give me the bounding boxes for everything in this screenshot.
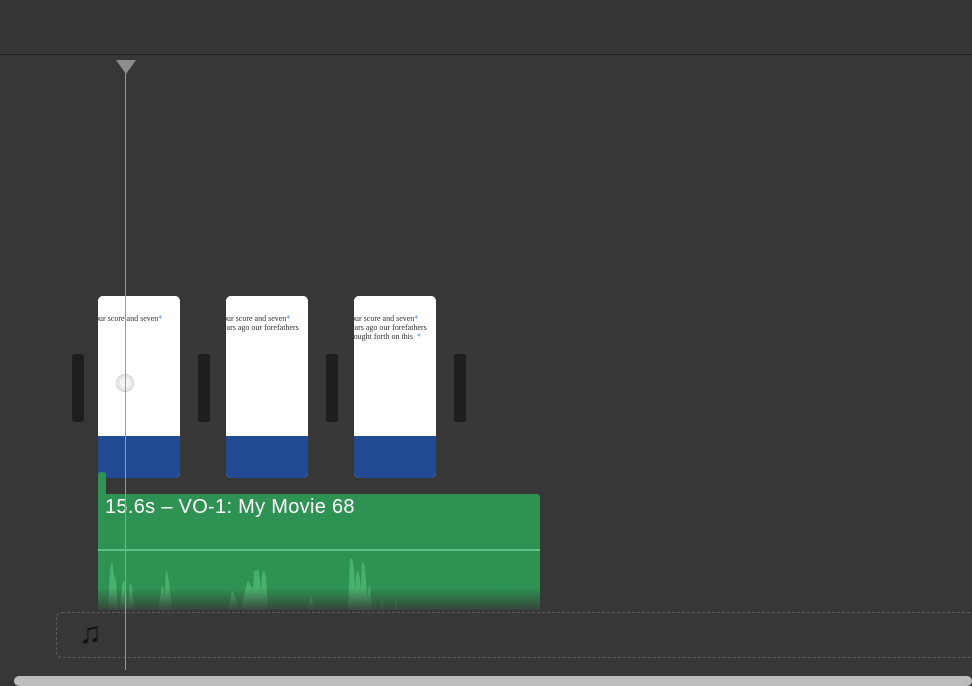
transition-slot[interactable] xyxy=(454,354,466,422)
clip-thumbnail-band xyxy=(98,436,180,478)
video-clip[interactable]: our score and seven* ears ago our forefa… xyxy=(226,296,308,478)
asterisk-mark: * xyxy=(286,314,291,323)
clip-thumbnail: our score and seven* ears ago our forefa… xyxy=(226,296,308,436)
voiceover-audio-clip[interactable]: 15.6s – VO-1: My Movie 68 xyxy=(98,494,540,610)
clip-thumbnail-text: our score and seven* xyxy=(98,314,163,323)
clip-thumbnail: our score and seven* xyxy=(98,296,180,436)
transition-slot[interactable] xyxy=(326,354,338,422)
audio-clip-fade xyxy=(98,588,540,610)
video-clip[interactable]: our score and seven* ears ago our forefa… xyxy=(354,296,436,478)
music-note-icon: ♫ xyxy=(79,617,102,650)
asterisk-mark: * xyxy=(417,332,421,341)
playhead[interactable] xyxy=(125,70,126,670)
horizontal-scrollbar[interactable] xyxy=(14,676,972,686)
clip-thumbnail-band xyxy=(354,436,436,478)
transition-slot[interactable] xyxy=(72,354,84,422)
clip-thumbnail-band xyxy=(226,436,308,478)
music-drop-area[interactable]: ♫ xyxy=(56,612,972,658)
toolbar-area xyxy=(0,0,972,55)
playhead-handle[interactable] xyxy=(116,60,136,74)
clip-thumbnail-text: our score and seven* ears ago our forefa… xyxy=(354,314,427,341)
asterisk-mark: * xyxy=(158,314,163,323)
asterisk-mark: * xyxy=(414,314,419,323)
clip-thumbnail-text: our score and seven* ears ago our forefa… xyxy=(226,314,299,332)
transition-slot[interactable] xyxy=(198,354,210,422)
clip-thumbnail: our score and seven* ears ago our forefa… xyxy=(354,296,436,436)
video-clip[interactable]: our score and seven* xyxy=(98,296,180,478)
audio-clip-handle[interactable] xyxy=(98,472,106,496)
audio-clip-label: 15.6s – VO-1: My Movie 68 xyxy=(105,496,355,518)
